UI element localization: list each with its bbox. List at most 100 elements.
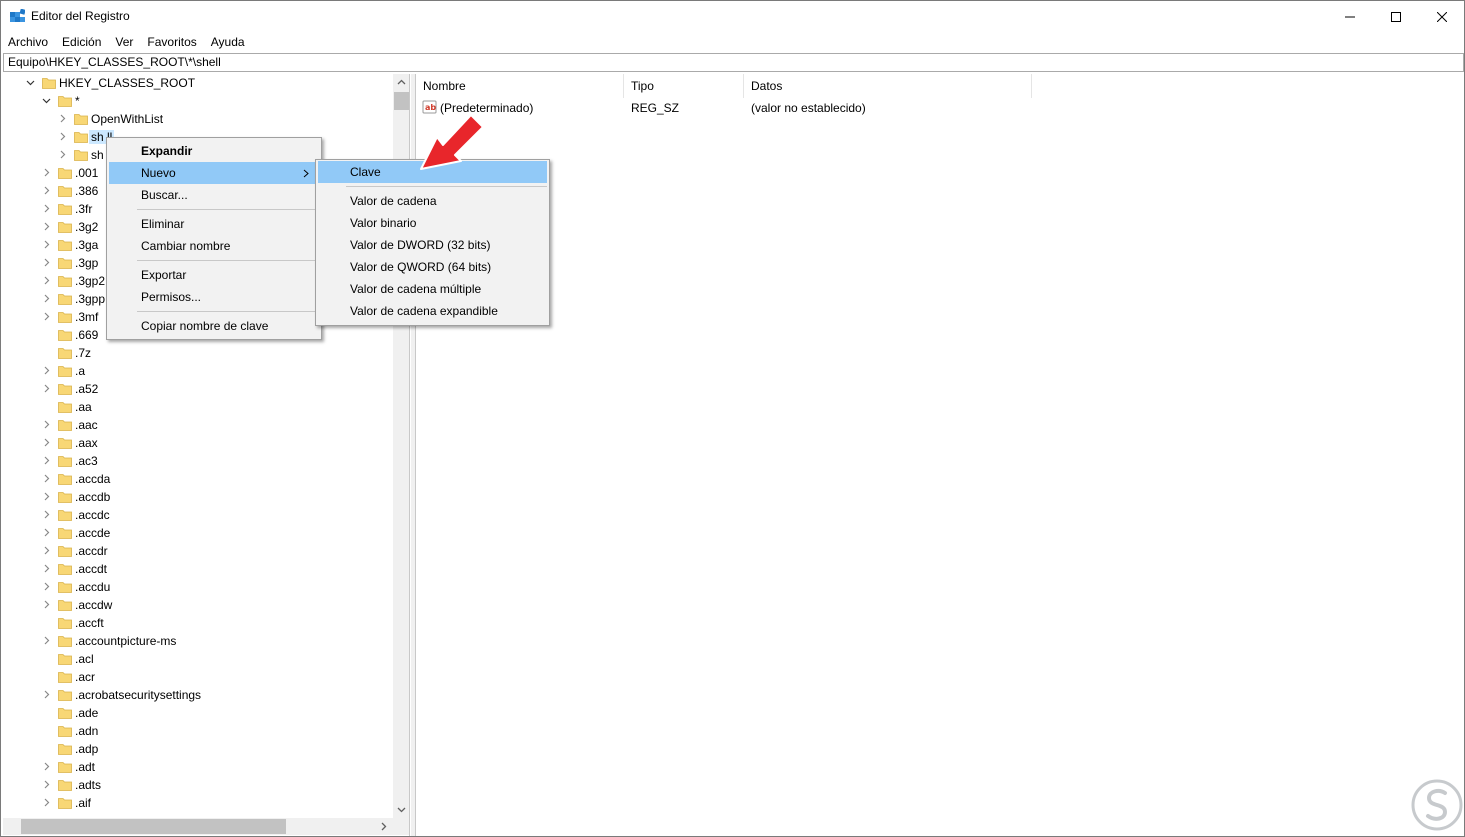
tree-item[interactable]: .accft — [3, 614, 393, 632]
sub-valor-cadena-multiple[interactable]: Valor de cadena múltiple — [318, 278, 547, 300]
sub-valor-binario[interactable]: Valor binario — [318, 212, 547, 234]
maximize-button[interactable] — [1373, 1, 1419, 32]
tree-item[interactable]: .aa — [3, 398, 393, 416]
tree-item[interactable]: .accdw — [3, 596, 393, 614]
tree-item[interactable]: .accda — [3, 470, 393, 488]
values-list-pane[interactable]: Nombre Tipo Datos ab (Predeterminado) RE… — [415, 74, 1464, 836]
tree-item[interactable]: .acr — [3, 668, 393, 686]
menu-ver[interactable]: Ver — [108, 32, 140, 52]
tree-item[interactable]: .accde — [3, 524, 393, 542]
chevron-right-icon[interactable] — [42, 492, 51, 501]
chevron-right-icon[interactable] — [42, 312, 51, 321]
ctx-exportar[interactable]: Exportar — [109, 264, 319, 286]
scroll-up-icon[interactable] — [397, 78, 406, 87]
chevron-right-icon[interactable] — [42, 636, 51, 645]
chevron-right-icon[interactable] — [42, 276, 51, 285]
menu-edicion[interactable]: Edición — [55, 32, 108, 52]
tree-item[interactable]: .adp — [3, 740, 393, 758]
chevron-right-icon[interactable] — [42, 366, 51, 375]
chevron-right-icon[interactable] — [42, 528, 51, 537]
ctx-copiar-nombre-clave[interactable]: Copiar nombre de clave — [109, 315, 319, 337]
tree-item[interactable]: .accountpicture-ms — [3, 632, 393, 650]
ctx-permisos[interactable]: Permisos... — [109, 286, 319, 308]
tree-item-root[interactable]: HKEY_CLASSES_ROOT — [3, 74, 393, 92]
chevron-right-icon[interactable] — [42, 204, 51, 213]
chevron-down-icon[interactable] — [26, 78, 35, 87]
column-header-datos[interactable]: Datos — [744, 74, 1032, 98]
chevron-right-icon[interactable] — [42, 240, 51, 249]
sub-valor-dword[interactable]: Valor de DWORD (32 bits) — [318, 234, 547, 256]
chevron-right-icon[interactable] — [42, 168, 51, 177]
scroll-right-icon[interactable] — [379, 822, 388, 831]
chevron-right-icon[interactable] — [42, 582, 51, 591]
tree-item[interactable]: .adt — [3, 758, 393, 776]
ctx-eliminar[interactable]: Eliminar — [109, 213, 319, 235]
chevron-right-icon[interactable] — [42, 258, 51, 267]
sub-valor-qword[interactable]: Valor de QWORD (64 bits) — [318, 256, 547, 278]
tree-item[interactable]: .a52 — [3, 380, 393, 398]
tree-item[interactable]: .accdt — [3, 560, 393, 578]
tree-item[interactable]: .adts — [3, 776, 393, 794]
chevron-right-icon[interactable] — [42, 438, 51, 447]
chevron-right-icon[interactable] — [42, 384, 51, 393]
tree-item[interactable]: .acl — [3, 650, 393, 668]
chevron-right-icon[interactable] — [42, 564, 51, 573]
tree-item[interactable]: .accdu — [3, 578, 393, 596]
tree-item[interactable]: .accdr — [3, 542, 393, 560]
chevron-right-icon[interactable] — [58, 150, 67, 159]
chevron-right-icon[interactable] — [42, 222, 51, 231]
tree-item[interactable]: .aax — [3, 434, 393, 452]
ctx-nuevo[interactable]: Nuevo — [109, 162, 319, 184]
chevron-right-icon[interactable] — [42, 798, 51, 807]
close-button[interactable] — [1419, 1, 1464, 32]
column-header-tipo[interactable]: Tipo — [624, 74, 744, 98]
chevron-right-icon[interactable] — [42, 456, 51, 465]
chevron-right-icon[interactable] — [42, 600, 51, 609]
column-header-nombre[interactable]: Nombre — [416, 74, 624, 98]
sub-clave[interactable]: Clave — [318, 161, 547, 183]
chevron-right-icon[interactable] — [42, 294, 51, 303]
ctx-expandir[interactable]: Expandir — [109, 140, 319, 162]
folder-icon — [58, 726, 72, 737]
chevron-right-icon[interactable] — [42, 546, 51, 555]
minimize-button[interactable] — [1327, 1, 1373, 32]
chevron-right-icon[interactable] — [42, 762, 51, 771]
chevron-right-icon[interactable] — [42, 186, 51, 195]
tree-item[interactable]: .acrobatsecuritysettings — [3, 686, 393, 704]
scroll-down-icon[interactable] — [397, 805, 406, 814]
tree-item[interactable]: .adn — [3, 722, 393, 740]
tree-item[interactable]: .aac — [3, 416, 393, 434]
chevron-right-icon[interactable] — [58, 114, 67, 123]
chevron-right-icon[interactable] — [42, 474, 51, 483]
ctx-cambiar-nombre[interactable]: Cambiar nombre — [109, 235, 319, 257]
chevron-right-icon[interactable] — [42, 420, 51, 429]
chevron-down-icon[interactable] — [42, 96, 51, 105]
menu-archivo[interactable]: Archivo — [1, 32, 55, 52]
ctx-buscar[interactable]: Buscar... — [109, 184, 319, 206]
tree-item-openwithlist[interactable]: OpenWithList — [3, 110, 393, 128]
tree-horizontal-scrollbar[interactable] — [3, 818, 393, 835]
tree-item[interactable]: .7z — [3, 344, 393, 362]
vertical-scroll-thumb[interactable] — [394, 92, 409, 110]
sub-valor-cadena[interactable]: Valor de cadena — [318, 190, 547, 212]
chevron-right-icon[interactable] — [42, 510, 51, 519]
title-bar[interactable]: Editor del Registro — [1, 1, 1464, 32]
sub-valor-cadena-expandible[interactable]: Valor de cadena expandible — [318, 300, 547, 322]
chevron-right-icon[interactable] — [42, 690, 51, 699]
tree-item[interactable]: .aif — [3, 794, 393, 812]
address-bar[interactable]: Equipo\HKEY_CLASSES_ROOT\*\shell — [3, 53, 1464, 72]
menu-favoritos[interactable]: Favoritos — [140, 32, 203, 52]
chevron-right-icon[interactable] — [58, 132, 67, 141]
tree-item[interactable]: .ade — [3, 704, 393, 722]
tree-item[interactable]: .accdb — [3, 488, 393, 506]
tree-item[interactable]: .accdc — [3, 506, 393, 524]
horizontal-scroll-thumb[interactable] — [21, 819, 286, 834]
menu-ayuda[interactable]: Ayuda — [204, 32, 252, 52]
close-icon — [1437, 11, 1447, 22]
tree-item-label: .accdu — [75, 580, 111, 594]
tree-item-star[interactable]: * — [3, 92, 393, 110]
tree-item[interactable]: .a — [3, 362, 393, 380]
chevron-right-icon[interactable] — [42, 780, 51, 789]
list-row[interactable]: ab (Predeterminado) REG_SZ (valor no est… — [416, 99, 1464, 117]
tree-item[interactable]: .ac3 — [3, 452, 393, 470]
